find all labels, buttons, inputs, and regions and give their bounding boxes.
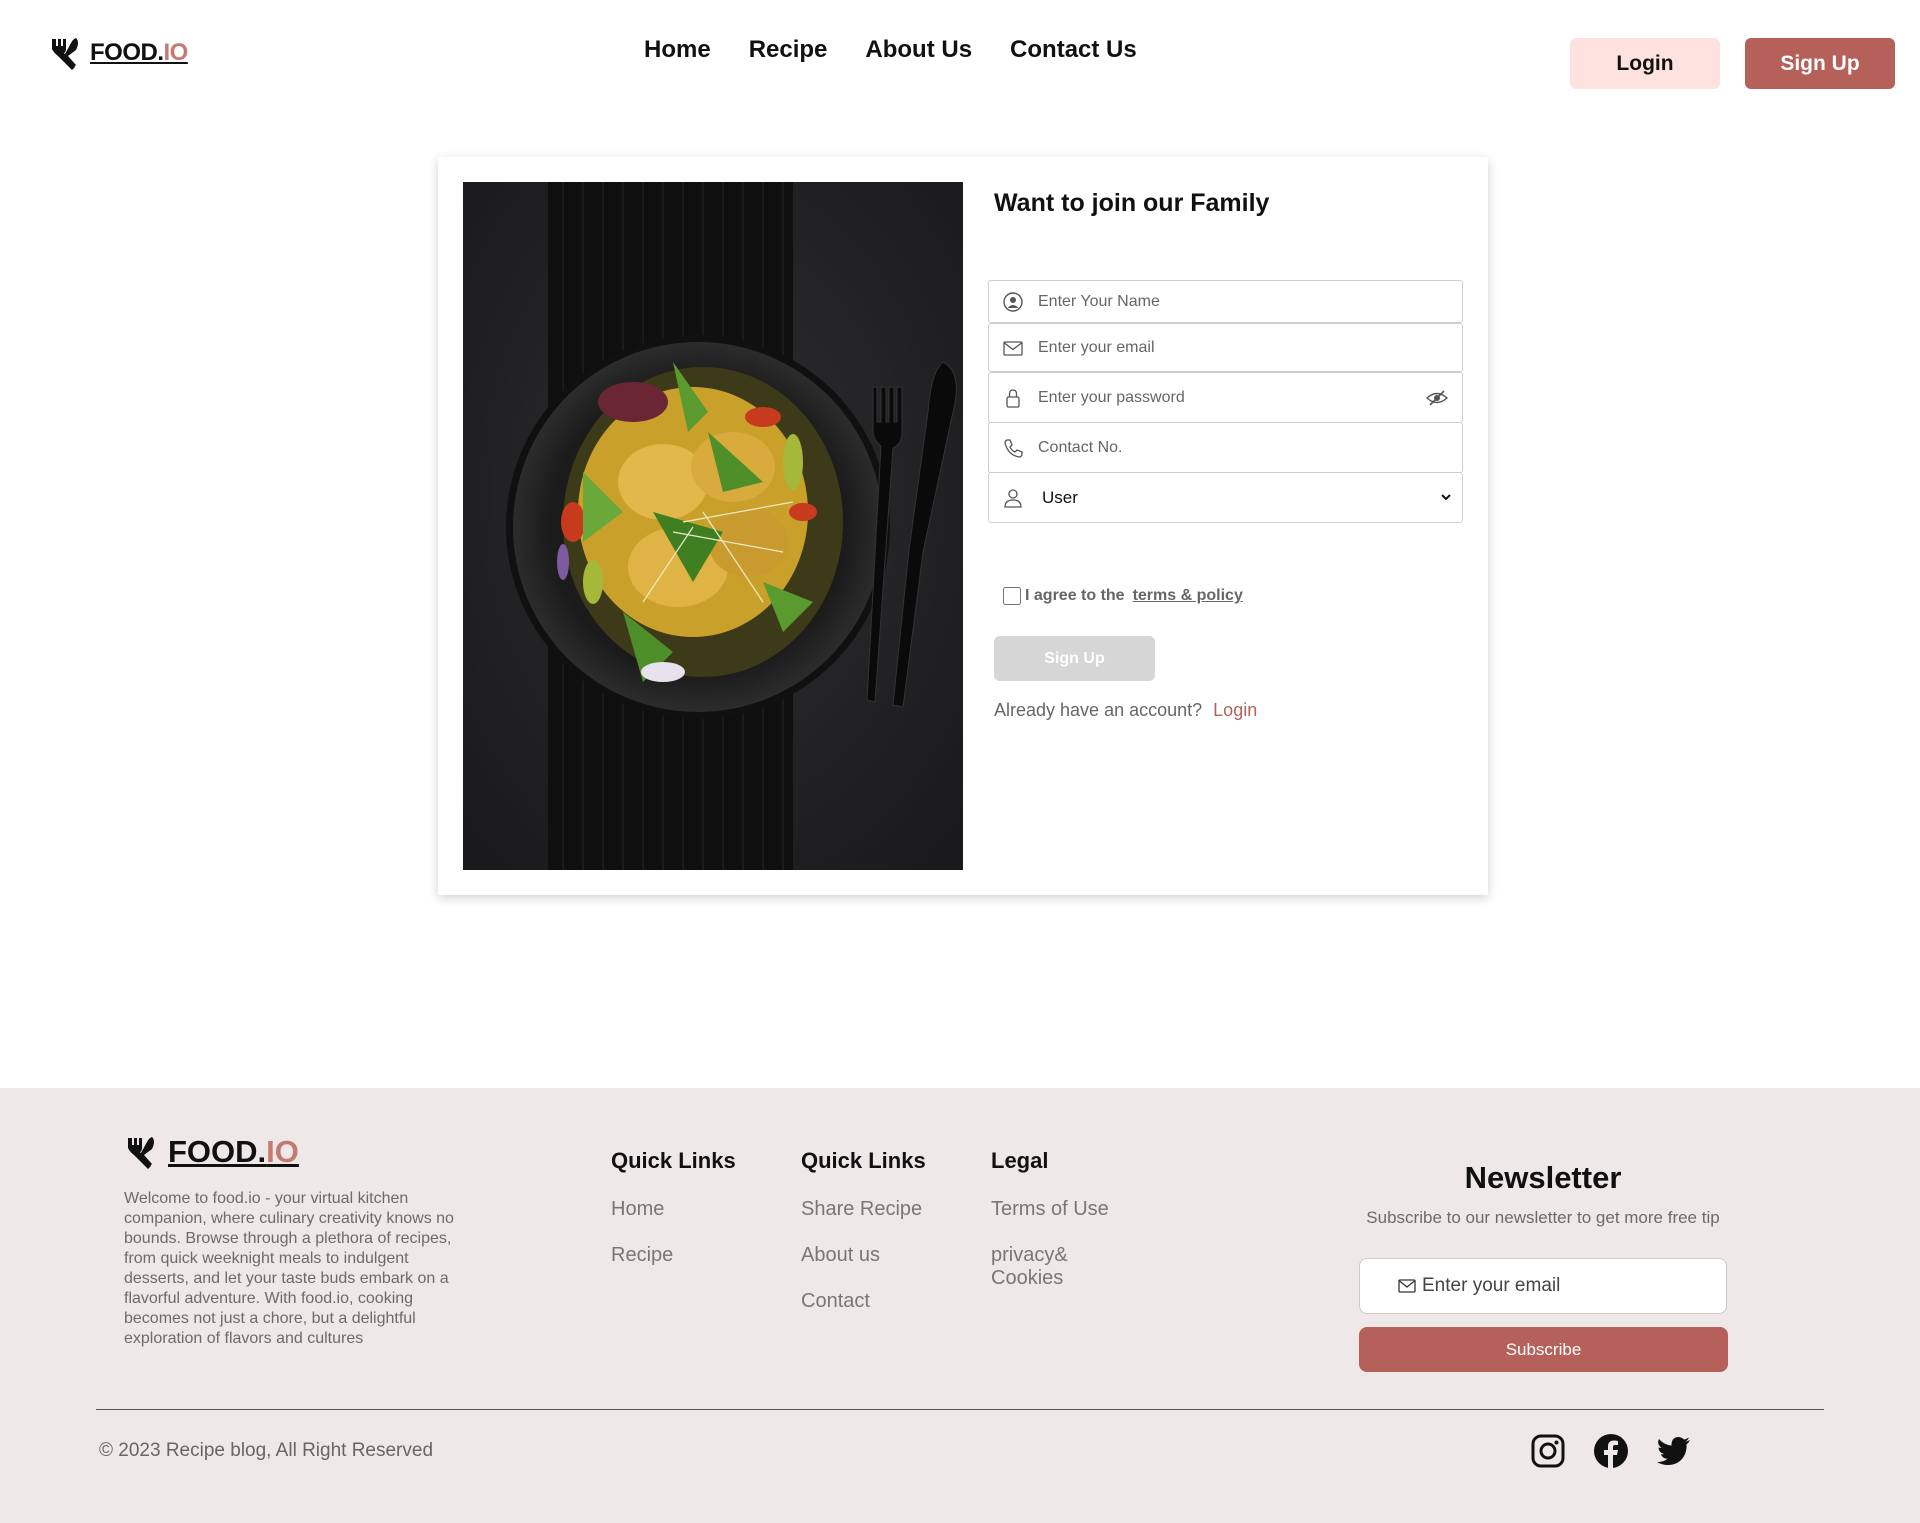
footer-link-home[interactable]: Home: [611, 1198, 736, 1221]
agree-row[interactable]: I agree to the terms & policy: [1003, 587, 1243, 605]
footer-column-quick-links-2: Quick Links Share Recipe About us Contac…: [801, 1148, 926, 1336]
nav-home[interactable]: Home: [644, 36, 711, 64]
contact-field[interactable]: [988, 422, 1463, 473]
form-title: Want to join our Family: [994, 189, 1270, 217]
footer-link-contact[interactable]: Contact: [801, 1290, 926, 1313]
footer-link-about-us[interactable]: About us: [801, 1244, 926, 1267]
header-signup-button[interactable]: Sign Up: [1745, 38, 1895, 89]
signup-submit-button[interactable]: Sign Up: [994, 636, 1155, 681]
password-field[interactable]: [988, 372, 1463, 423]
site-footer: FOOD.IO Welcome to food.io - your virtua…: [0, 1088, 1920, 1523]
instagram-icon[interactable]: [1530, 1433, 1566, 1469]
envelope-icon: [1398, 1279, 1416, 1293]
user-icon: [1004, 488, 1022, 508]
nav-about-us[interactable]: About Us: [865, 36, 972, 64]
name-input[interactable]: [1038, 281, 1462, 322]
subscribe-button[interactable]: Subscribe: [1359, 1327, 1728, 1372]
nav-recipe[interactable]: Recipe: [749, 36, 828, 64]
login-link[interactable]: Login: [1213, 700, 1257, 720]
phone-icon: [1004, 438, 1023, 458]
footer-link-share-recipe[interactable]: Share Recipe: [801, 1198, 926, 1221]
password-input[interactable]: [1038, 373, 1426, 422]
facebook-icon[interactable]: [1593, 1433, 1629, 1469]
already-account: Already have an account? Login: [994, 700, 1257, 721]
social-links: [1530, 1433, 1692, 1469]
footer-divider: [96, 1409, 1824, 1410]
email-field[interactable]: [988, 323, 1463, 372]
footer-description: Welcome to food.io - your virtual kitche…: [124, 1190, 454, 1347]
newsletter-email-input[interactable]: [1422, 1275, 1726, 1297]
user-circle-icon: [1003, 291, 1023, 312]
food-photo: [463, 182, 963, 870]
salad-bowl-image: [463, 182, 963, 870]
lock-icon: [1006, 388, 1020, 408]
footer-link-recipe[interactable]: Recipe: [611, 1244, 736, 1267]
already-text: Already have an account?: [994, 700, 1203, 720]
footer-link-terms[interactable]: Terms of Use: [991, 1198, 1109, 1221]
footer-column-title: Quick Links: [801, 1148, 926, 1173]
main-nav: Home Recipe About Us Contact Us: [644, 36, 1137, 64]
footer-column-title: Quick Links: [611, 1148, 736, 1173]
footer-logo-text: FOOD.IO: [168, 1134, 299, 1169]
footer-logo[interactable]: FOOD.IO: [124, 1134, 299, 1170]
email-input[interactable]: [1038, 324, 1462, 371]
footer-link-privacy[interactable]: privacy& Cookies: [991, 1244, 1081, 1290]
footer-column-legal: Legal Terms of Use privacy& Cookies: [991, 1148, 1109, 1313]
role-field[interactable]: User: [988, 472, 1463, 523]
agree-checkbox[interactable]: [1003, 587, 1021, 605]
envelope-icon: [1003, 340, 1023, 356]
footer-column-quick-links-1: Quick Links Home Recipe: [611, 1148, 736, 1290]
role-select[interactable]: User: [1038, 473, 1454, 522]
twitter-icon[interactable]: [1656, 1433, 1692, 1469]
terms-link[interactable]: terms & policy: [1133, 587, 1243, 605]
newsletter-title: Newsletter: [1464, 1160, 1622, 1195]
site-header: FOOD.IO Home Recipe About Us Contact Us …: [0, 0, 1920, 110]
footer-column-title: Legal: [991, 1148, 1049, 1173]
signup-card: Want to join our Family Enter Your Name …: [438, 157, 1488, 895]
newsletter-subtitle: Subscribe to our newsletter to get more …: [1366, 1208, 1720, 1227]
agree-text: I agree to the: [1025, 587, 1125, 604]
site-logo[interactable]: FOOD.IO: [48, 36, 188, 70]
name-field[interactable]: [988, 280, 1463, 323]
fork-knife-icon: [52, 38, 78, 70]
header-login-button[interactable]: Login: [1570, 38, 1720, 89]
newsletter: Newsletter Subscribe to our newsletter t…: [1358, 1160, 1728, 1228]
newsletter-email-field[interactable]: [1359, 1258, 1727, 1314]
fork-knife-icon: [128, 1137, 154, 1169]
logo-text: FOOD.IO: [90, 39, 188, 66]
copyright: © 2023 Recipe blog, All Right Reserved: [99, 1440, 434, 1461]
contact-input[interactable]: [1038, 423, 1462, 472]
nav-contact-us[interactable]: Contact Us: [1010, 36, 1137, 64]
eye-slash-icon[interactable]: [1426, 389, 1448, 407]
